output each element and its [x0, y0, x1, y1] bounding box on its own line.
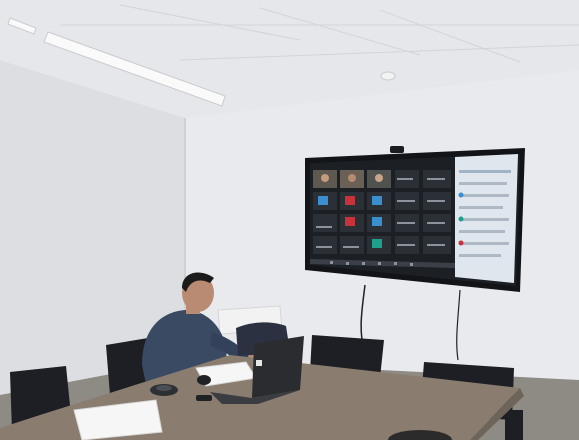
video-tile — [313, 236, 337, 254]
laptop-lid — [252, 336, 304, 398]
video-tile — [340, 236, 364, 254]
cable-adapter — [196, 395, 212, 401]
laptop-sticker — [256, 360, 262, 366]
mouse — [197, 375, 211, 385]
wall-tv-display — [305, 148, 525, 292]
scene-canvas — [0, 0, 579, 440]
webcam — [390, 146, 404, 153]
meeting-room-photo — [0, 0, 579, 440]
smoke-detector — [380, 71, 396, 81]
chair-right-leg — [505, 410, 523, 440]
video-tile — [313, 214, 337, 232]
